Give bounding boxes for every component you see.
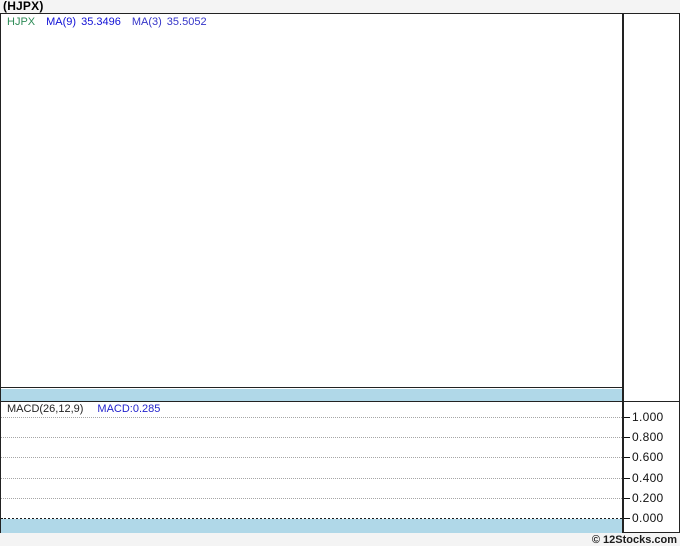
macd-name-label: MACD(26,12,9) bbox=[7, 403, 84, 415]
chart-container: HJPX MA(9) 35.3496 MA(3) 35.5052 MACD(26,12,… bbox=[0, 13, 680, 533]
gridline-0400 bbox=[1, 478, 622, 479]
date-axis-band-macd bbox=[1, 519, 622, 533]
axis-tick bbox=[624, 437, 630, 438]
axis-label-1000: 1.000 bbox=[632, 410, 664, 424]
axis-label-0600: 0.600 bbox=[632, 450, 664, 464]
gridline-0600 bbox=[1, 457, 622, 458]
price-legend: HJPX MA(9) 35.3496 MA(3) 35.5052 bbox=[7, 16, 218, 28]
axis-tick bbox=[624, 478, 630, 479]
macd-value-label: MACD:0.285 bbox=[97, 403, 161, 415]
ma9-value: 35.3496 bbox=[81, 16, 121, 28]
gridline-0200 bbox=[1, 498, 622, 499]
macd-panel: MACD(26,12,9) MACD:0.285 bbox=[1, 402, 679, 532]
macd-legend: MACD(26,12,9) MACD:0.285 bbox=[7, 403, 160, 415]
date-axis-band-price bbox=[1, 389, 622, 401]
watermark-credit: © 12Stocks.com bbox=[591, 534, 677, 546]
y-axis-line bbox=[622, 14, 624, 532]
axis-label-0400: 0.400 bbox=[632, 471, 664, 485]
symbol-label: HJPX bbox=[7, 16, 36, 28]
page-title: (HJPX) bbox=[3, 0, 44, 13]
gridline-0800 bbox=[1, 437, 622, 438]
axis-label-0800: 0.800 bbox=[632, 430, 664, 444]
axis-tick bbox=[624, 498, 630, 499]
gridline-1000 bbox=[1, 417, 622, 418]
axis-tick bbox=[624, 417, 630, 418]
ma9-label: MA(9) bbox=[46, 16, 77, 28]
price-panel: HJPX MA(9) 35.3496 MA(3) 35.5052 bbox=[1, 14, 679, 388]
axis-label-0200: 0.200 bbox=[632, 491, 664, 505]
price-panel-bottom-border bbox=[1, 387, 622, 388]
axis-label-0000: 0.000 bbox=[632, 511, 664, 525]
ma3-value: 35.5052 bbox=[166, 16, 207, 28]
axis-tick bbox=[624, 457, 630, 458]
axis-tick bbox=[624, 518, 630, 519]
ma3-label: MA(3) bbox=[131, 16, 162, 28]
